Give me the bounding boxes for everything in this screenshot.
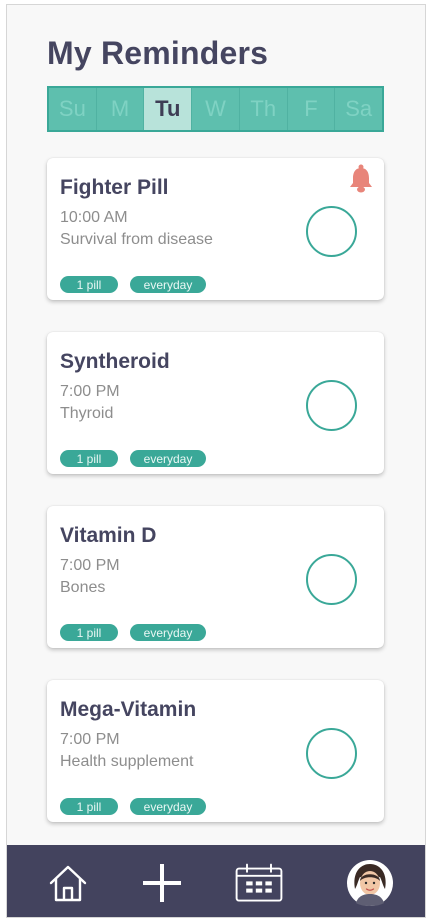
nav-add-button[interactable] bbox=[138, 859, 186, 907]
day-tab-wednesday[interactable]: W bbox=[192, 88, 240, 130]
day-tab-monday[interactable]: M bbox=[97, 88, 145, 130]
page-title: My Reminders bbox=[47, 35, 269, 71]
reminder-description: Survival from disease bbox=[60, 231, 213, 248]
bell-icon[interactable] bbox=[348, 164, 374, 194]
taken-checkbox[interactable] bbox=[306, 728, 357, 779]
taken-checkbox[interactable] bbox=[306, 206, 357, 257]
frequency-badge: everyday bbox=[130, 276, 206, 293]
reminder-name: Mega-Vitamin bbox=[60, 698, 197, 721]
reminder-card[interactable]: Fighter Pill 10:00 AM Survival from dise… bbox=[47, 158, 384, 300]
nav-home-button[interactable] bbox=[44, 859, 92, 907]
quantity-badge: 1 pill bbox=[60, 276, 118, 293]
nav-calendar-button[interactable] bbox=[235, 859, 283, 907]
reminder-card[interactable]: Mega-Vitamin 7:00 PM Health supplement 1… bbox=[47, 680, 384, 822]
calendar-icon bbox=[235, 863, 283, 902]
plus-icon bbox=[143, 864, 181, 902]
frequency-badge: everyday bbox=[130, 798, 206, 815]
avatar bbox=[347, 860, 393, 906]
day-selector: Su M Tu W Th F Sa bbox=[47, 86, 384, 132]
reminder-time: 7:00 PM bbox=[60, 557, 120, 574]
day-tab-saturday[interactable]: Sa bbox=[335, 88, 382, 130]
taken-checkbox[interactable] bbox=[306, 380, 357, 431]
reminder-description: Health supplement bbox=[60, 753, 194, 770]
day-tab-tuesday[interactable]: Tu bbox=[144, 88, 193, 130]
day-tab-thursday[interactable]: Th bbox=[240, 88, 288, 130]
reminder-name: Fighter Pill bbox=[60, 176, 169, 199]
reminder-name: Vitamin D bbox=[60, 524, 157, 547]
taken-checkbox[interactable] bbox=[306, 554, 357, 605]
app-screen: My Reminders Su M Tu W Th F Sa Fighter P… bbox=[6, 4, 426, 918]
reminder-card[interactable]: Syntheroid 7:00 PM Thyroid 1 pill everyd… bbox=[47, 332, 384, 474]
quantity-badge: 1 pill bbox=[60, 450, 118, 467]
reminder-description: Thyroid bbox=[60, 405, 114, 422]
home-icon bbox=[49, 865, 87, 902]
reminder-time: 7:00 PM bbox=[60, 731, 120, 748]
day-tab-sunday[interactable]: Su bbox=[49, 88, 97, 130]
nav-profile-button[interactable] bbox=[346, 859, 394, 907]
reminder-description: Bones bbox=[60, 579, 106, 596]
frequency-badge: everyday bbox=[130, 624, 206, 641]
reminder-time: 7:00 PM bbox=[60, 383, 120, 400]
reminder-time: 10:00 AM bbox=[60, 209, 128, 226]
day-tab-friday[interactable]: F bbox=[288, 88, 336, 130]
reminder-card[interactable]: Vitamin D 7:00 PM Bones 1 pill everyday bbox=[47, 506, 384, 648]
quantity-badge: 1 pill bbox=[60, 624, 118, 641]
frequency-badge: everyday bbox=[130, 450, 206, 467]
bottom-nav bbox=[7, 845, 425, 917]
reminder-name: Syntheroid bbox=[60, 350, 170, 373]
quantity-badge: 1 pill bbox=[60, 798, 118, 815]
